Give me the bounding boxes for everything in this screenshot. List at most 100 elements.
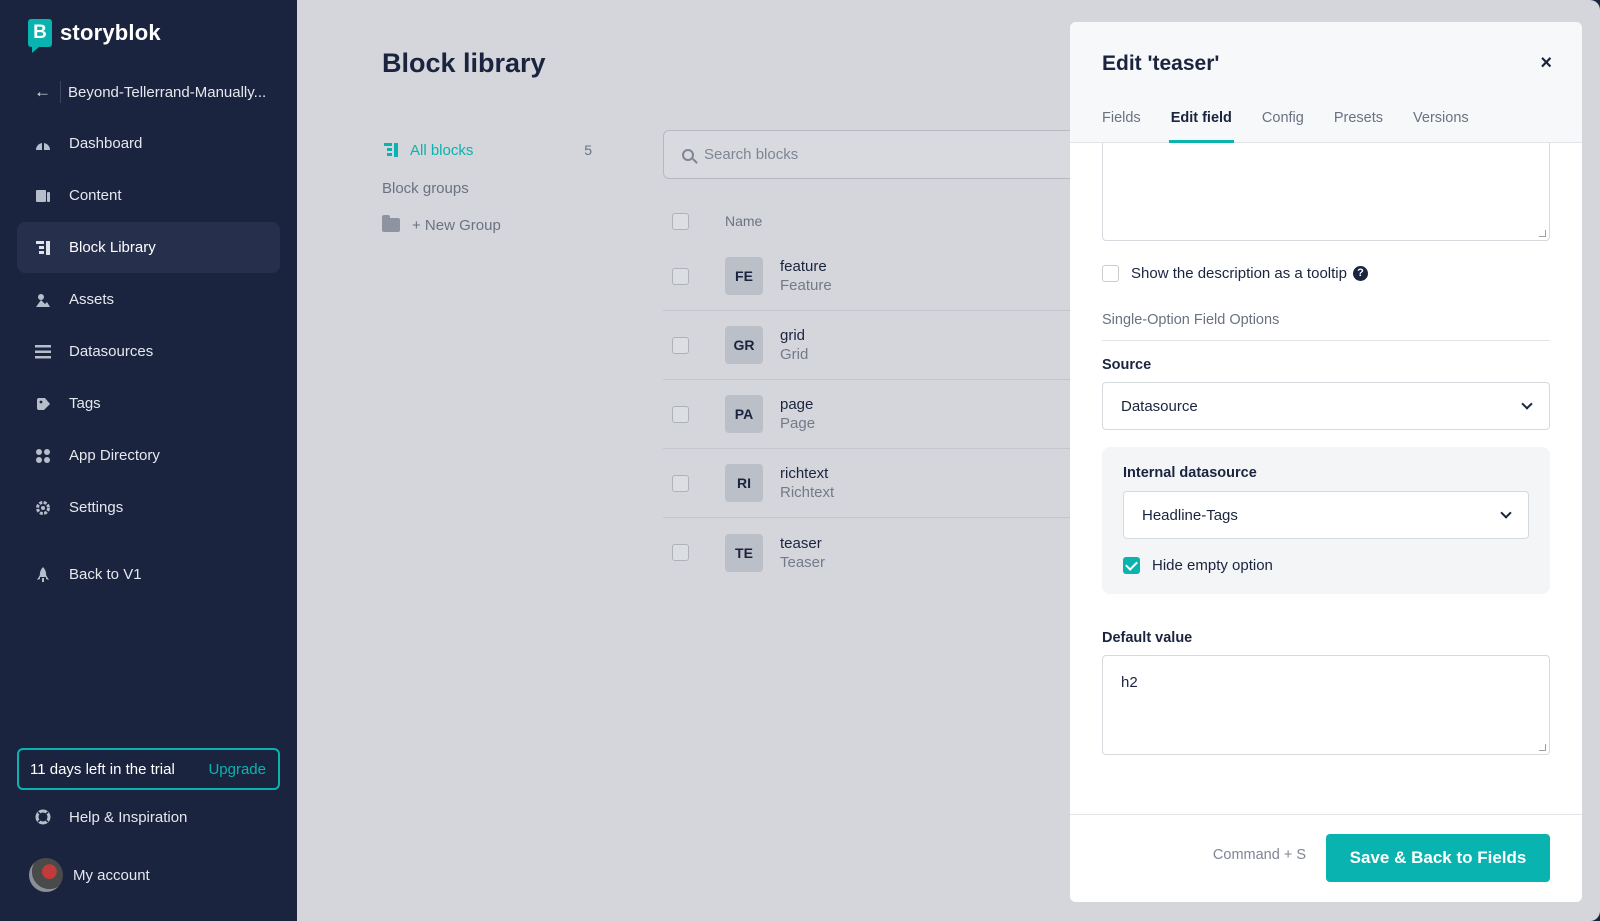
block-display-name: Page bbox=[780, 415, 816, 432]
assets-icon bbox=[34, 291, 52, 309]
logo-text: storyblok bbox=[60, 20, 161, 45]
table-row[interactable]: GR grid Grid bbox=[663, 311, 1083, 380]
account-label: My account bbox=[73, 866, 150, 884]
content-icon bbox=[34, 187, 52, 205]
row-checkbox[interactable] bbox=[672, 474, 689, 492]
source-select[interactable]: Datasource bbox=[1102, 382, 1550, 430]
resize-handle[interactable] bbox=[1539, 744, 1546, 751]
sidebar-item-block-library[interactable]: Block Library bbox=[17, 222, 280, 273]
sidebar-item-assets[interactable]: Assets bbox=[17, 274, 280, 325]
tab-versions[interactable]: Versions bbox=[1413, 110, 1469, 143]
logo-mark: B bbox=[28, 19, 52, 53]
table-row[interactable]: TE teaser Teaser bbox=[663, 518, 1083, 587]
internal-datasource-select[interactable]: Headline-Tags bbox=[1123, 491, 1529, 539]
sidebar-item-tags[interactable]: Tags bbox=[17, 378, 280, 429]
search-icon bbox=[682, 148, 694, 161]
my-account-link[interactable]: My account bbox=[29, 858, 150, 892]
drawer-title: Edit 'teaser' bbox=[1102, 52, 1220, 75]
default-value-textarea[interactable]: h2 bbox=[1102, 655, 1550, 755]
hide-empty-checkbox[interactable] bbox=[1123, 557, 1140, 574]
block-groups-heading: Block groups bbox=[382, 180, 469, 197]
row-checkbox[interactable] bbox=[672, 267, 689, 285]
block-text: teaser Teaser bbox=[780, 535, 825, 571]
block-text: richtext Richtext bbox=[780, 465, 834, 501]
sidebar-item-datasources[interactable]: Datasources bbox=[17, 326, 280, 377]
block-display-name: Richtext bbox=[780, 484, 835, 501]
divider bbox=[60, 81, 61, 103]
tab-edit-field[interactable]: Edit field bbox=[1168, 110, 1235, 143]
drawer-footer: Command + S Save & Back to Fields bbox=[1070, 814, 1582, 902]
save-back-to-fields-button[interactable]: Save & Back to Fields bbox=[1326, 834, 1550, 882]
tooltip-checkbox[interactable] bbox=[1102, 264, 1119, 282]
table-row[interactable]: PA page Page bbox=[663, 380, 1083, 449]
block-abbr: RI bbox=[725, 464, 763, 502]
block-name: page bbox=[780, 396, 814, 413]
gear-icon bbox=[34, 499, 52, 517]
help-label: Help & Inspiration bbox=[69, 808, 188, 826]
blocks-table: Name FE feature Feature GR grid Grid PA … bbox=[663, 200, 1083, 587]
dashboard-icon bbox=[34, 135, 52, 153]
help-inspiration-link[interactable]: Help & Inspiration bbox=[34, 808, 187, 826]
description-textarea[interactable] bbox=[1102, 143, 1550, 241]
close-icon[interactable]: × bbox=[1540, 52, 1552, 75]
table-row[interactable]: FE feature Feature bbox=[663, 242, 1083, 311]
internal-datasource-label: Internal datasource bbox=[1123, 465, 1257, 481]
rocket-icon bbox=[34, 566, 52, 584]
storyblok-logo[interactable]: B storyblok bbox=[28, 19, 161, 53]
resize-handle[interactable] bbox=[1539, 230, 1546, 237]
block-library-icon bbox=[382, 141, 400, 159]
all-blocks-label: All blocks bbox=[410, 141, 474, 159]
internal-datasource-value: Headline-Tags bbox=[1142, 506, 1238, 524]
block-abbr: TE bbox=[725, 533, 763, 572]
block-display-name: Feature bbox=[780, 277, 832, 294]
drawer-tabs: Fields Edit field Config Presets Version… bbox=[1102, 110, 1499, 143]
column-name: Name bbox=[725, 213, 763, 229]
upgrade-link[interactable]: Upgrade bbox=[208, 761, 266, 778]
default-value: h2 bbox=[1121, 674, 1138, 691]
tab-presets[interactable]: Presets bbox=[1334, 110, 1383, 143]
sidebar-item-app-directory[interactable]: App Directory bbox=[17, 430, 280, 481]
tooltip-label: Show the description as a tooltip bbox=[1131, 264, 1347, 282]
block-display-name: Teaser bbox=[780, 553, 826, 571]
row-checkbox[interactable] bbox=[672, 405, 689, 423]
tab-fields[interactable]: Fields bbox=[1102, 110, 1141, 143]
chevron-down-icon bbox=[1500, 507, 1512, 519]
row-checkbox[interactable] bbox=[672, 544, 689, 561]
block-text: grid Grid bbox=[780, 327, 808, 363]
table-header: Name bbox=[663, 200, 1083, 242]
select-all-checkbox[interactable] bbox=[672, 212, 689, 230]
datasources-icon bbox=[34, 343, 52, 361]
sidebar-item-label: Tags bbox=[69, 395, 101, 412]
tab-config[interactable]: Config bbox=[1262, 110, 1304, 143]
sidebar-item-label: Back to V1 bbox=[69, 566, 142, 583]
search-input[interactable]: Search blocks bbox=[663, 130, 1083, 179]
sidebar-item-dashboard[interactable]: Dashboard bbox=[17, 118, 280, 169]
block-name: teaser bbox=[780, 534, 822, 552]
internal-datasource-panel: Internal datasource Headline-Tags Hide e… bbox=[1102, 447, 1550, 594]
sidebar-item-back-to-v1[interactable]: Back to V1 bbox=[17, 549, 280, 600]
sidebar-item-content[interactable]: Content bbox=[17, 170, 280, 221]
sidebar-item-settings[interactable]: Settings bbox=[17, 482, 280, 533]
source-value: Datasource bbox=[1121, 397, 1198, 415]
sidebar: B storyblok ← Beyond-Tellerrand-Manually… bbox=[0, 0, 297, 921]
help-icon[interactable]: ? bbox=[1352, 265, 1368, 281]
space-switcher[interactable]: ← Beyond-Tellerrand-Manually... bbox=[34, 80, 284, 104]
avatar bbox=[29, 858, 63, 892]
app-directory-icon bbox=[34, 447, 52, 465]
section-title: Single-Option Field Options bbox=[1102, 312, 1550, 341]
search-placeholder: Search blocks bbox=[704, 146, 799, 163]
block-name: feature bbox=[780, 258, 827, 275]
arrow-left-icon[interactable]: ← bbox=[34, 82, 54, 102]
row-checkbox[interactable] bbox=[672, 336, 689, 354]
drawer-header: Edit 'teaser' × Fields Edit field Config… bbox=[1070, 22, 1582, 143]
source-label: Source bbox=[1102, 357, 1152, 373]
all-blocks-item[interactable]: All blocks 5 bbox=[382, 138, 592, 162]
table-row[interactable]: RI richtext Richtext bbox=[663, 449, 1083, 518]
edit-block-drawer: Edit 'teaser' × Fields Edit field Config… bbox=[1070, 22, 1582, 902]
new-group-button[interactable]: + New Group bbox=[382, 213, 592, 237]
block-groups-panel: All blocks 5 Block groups + New Group bbox=[382, 138, 592, 237]
block-abbr: PA bbox=[725, 395, 763, 433]
sidebar-item-label: Dashboard bbox=[69, 135, 143, 152]
sidebar-item-label: Datasources bbox=[69, 343, 154, 360]
sidebar-item-label: Settings bbox=[69, 499, 124, 516]
